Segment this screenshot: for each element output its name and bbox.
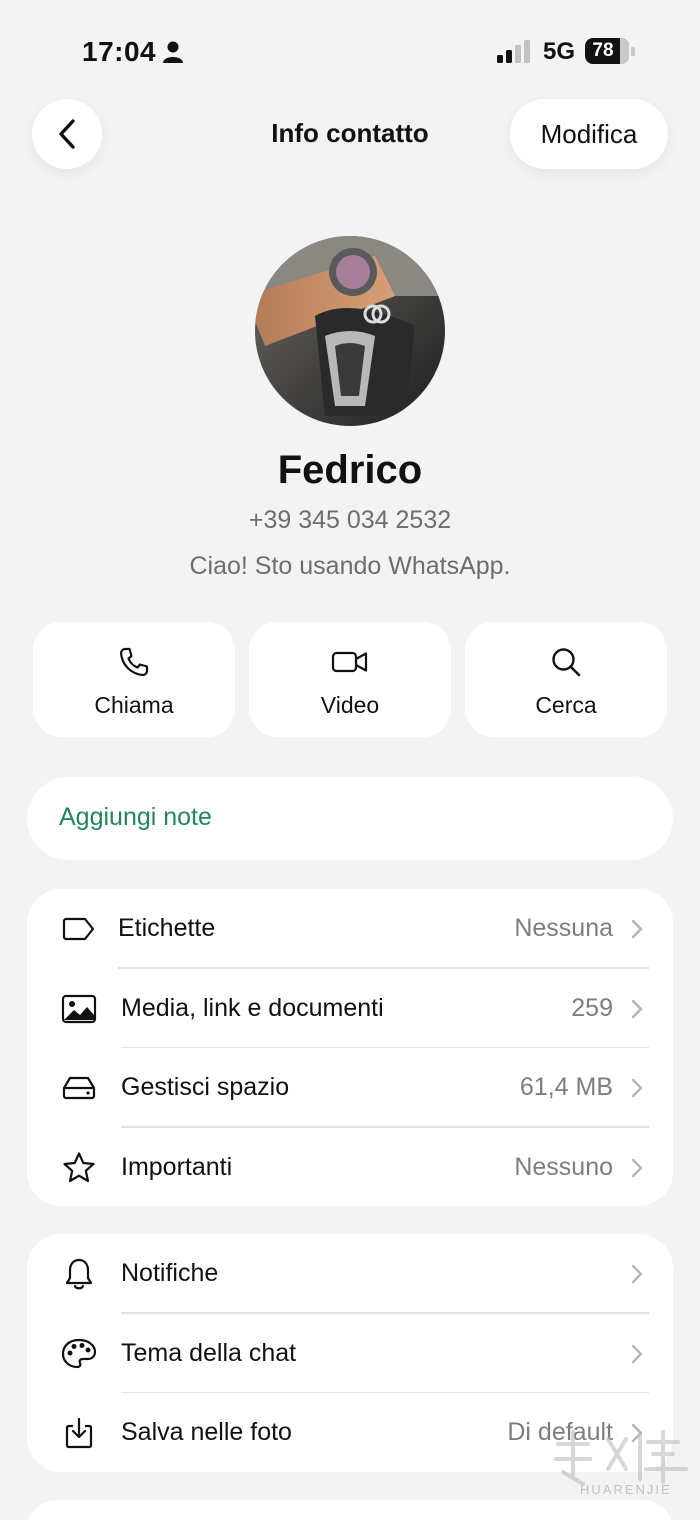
- phone-icon: [119, 647, 149, 677]
- chevron-right-icon: [631, 919, 643, 939]
- storage-drive-icon: [61, 1072, 97, 1104]
- chevron-right-icon: [631, 999, 643, 1018]
- search-label: Cerca: [535, 692, 597, 718]
- chevron-right-icon: [631, 1158, 643, 1177]
- palette-icon: [61, 1338, 97, 1370]
- call-button[interactable]: Chiama: [33, 622, 235, 737]
- add-notes-label: Aggiungi note: [59, 803, 212, 831]
- person-icon: [163, 41, 183, 63]
- starred-value: Nessuno: [514, 1152, 613, 1181]
- search-icon: [552, 648, 581, 677]
- media-links-docs-label: Media, link e documenti: [121, 993, 384, 1022]
- network-type: 5G: [543, 38, 576, 65]
- video-button[interactable]: Video: [249, 622, 451, 737]
- chat-theme-row[interactable]: Tema della chat: [27, 1314, 673, 1393]
- contact-phone: +39 345 034 2532: [248, 506, 452, 534]
- media-links-docs-row[interactable]: Media, link e documenti 259: [27, 969, 673, 1048]
- image-gallery-icon: [61, 993, 97, 1025]
- status-bar: 17:04 5G 78: [0, 0, 700, 100]
- status-time: 17:04: [82, 36, 157, 67]
- chevron-right-icon: [631, 1344, 643, 1363]
- notifications-row[interactable]: Notifiche: [27, 1234, 673, 1314]
- signal-strength-icon: [497, 40, 530, 63]
- chevron-right-icon: [631, 1078, 643, 1098]
- labels-label: Etichette: [118, 914, 216, 942]
- storage-size: 61,4 MB: [519, 1073, 613, 1101]
- manage-storage-row[interactable]: Gestisci spazio 61,4 MB: [27, 1048, 673, 1128]
- starred-row[interactable]: Importanti Nessuno: [27, 1128, 673, 1208]
- chevron-right-icon: [631, 1264, 643, 1284]
- watermark-text: HUARENJIE: [580, 1482, 672, 1497]
- star-icon: [61, 1151, 97, 1184]
- video-label: Video: [320, 692, 380, 718]
- add-notes-button[interactable]: Aggiungi note: [27, 777, 673, 860]
- notifications-label: Notifiche: [121, 1259, 219, 1287]
- save-to-photos-label: Salva nelle foto: [121, 1418, 292, 1446]
- edit-button[interactable]: Modifica: [510, 99, 668, 169]
- search-button[interactable]: Cerca: [465, 622, 667, 737]
- video-camera-icon: [331, 651, 368, 673]
- chat-theme-label: Tema della chat: [121, 1338, 297, 1367]
- label-tag-icon: [61, 913, 97, 945]
- battery-level: 78: [592, 40, 614, 61]
- contact-details-card: Etichette Nessuna Media, link e document…: [27, 889, 673, 1206]
- manage-storage-label: Gestisci spazio: [121, 1073, 290, 1101]
- bell-icon: [61, 1258, 97, 1290]
- media-count: 259: [571, 993, 613, 1022]
- labels-value: Nessuna: [514, 914, 613, 942]
- contact-about: Ciao! Sto usando WhatsApp.: [189, 552, 511, 580]
- starred-label: Importanti: [121, 1152, 233, 1181]
- contact-name: Fedrico: [277, 448, 423, 492]
- save-download-icon: [61, 1417, 97, 1449]
- contact-avatar[interactable]: [255, 236, 445, 426]
- call-label: Chiama: [94, 692, 174, 718]
- battery-icon: 78: [585, 38, 635, 64]
- labels-row[interactable]: Etichette Nessuna: [27, 889, 673, 969]
